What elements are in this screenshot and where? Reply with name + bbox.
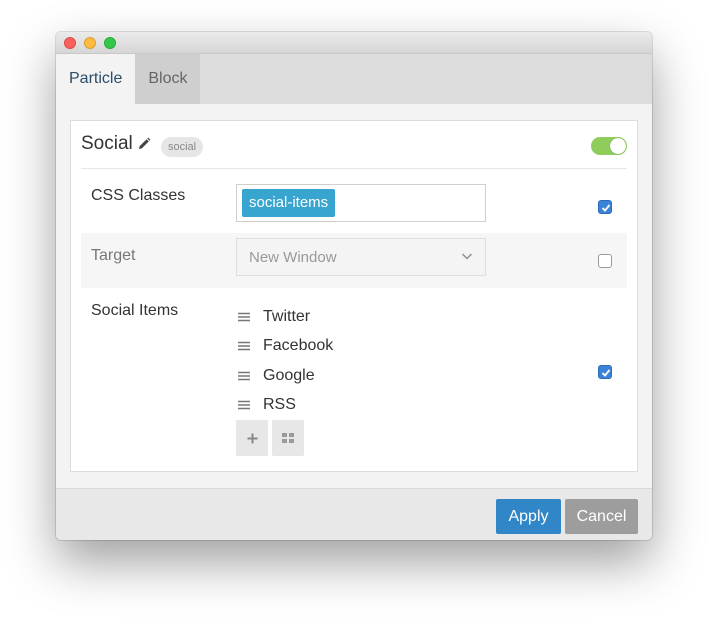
- content-area: Social social CSS Classes social-items T…: [56, 104, 652, 488]
- title-bar: [56, 32, 652, 54]
- social-item-rss[interactable]: RSS: [236, 391, 333, 421]
- particle-title: Social: [81, 133, 133, 154]
- drag-handle-icon: [238, 371, 250, 380]
- grid-icon: [282, 433, 294, 443]
- tab-particle[interactable]: Particle: [56, 54, 136, 104]
- css-class-tag[interactable]: social-items: [242, 189, 336, 217]
- social-item-label: Google: [263, 366, 315, 384]
- css-classes-checkbox[interactable]: [598, 200, 612, 214]
- checkmark-icon: [601, 369, 611, 377]
- target-select[interactable]: New Window: [236, 238, 486, 276]
- css-classes-row: CSS Classes social-items: [81, 179, 627, 232]
- card-header: Social social: [81, 121, 627, 169]
- drag-handle-icon: [238, 312, 250, 321]
- social-items-label: Social Items: [91, 302, 179, 319]
- enabled-toggle[interactable]: [591, 137, 627, 155]
- pencil-icon[interactable]: [137, 137, 151, 151]
- social-item-twitter[interactable]: Twitter: [236, 302, 333, 332]
- social-item-facebook[interactable]: Facebook: [236, 332, 333, 362]
- checkmark-icon: [601, 204, 611, 212]
- target-row: Target New Window: [81, 233, 627, 288]
- close-window-button[interactable]: [64, 37, 76, 49]
- drag-handle-icon: [238, 342, 250, 351]
- target-select-value: New Window: [249, 249, 337, 266]
- minimize-window-button[interactable]: [84, 37, 96, 49]
- dialog-window: Particle Block Social social CSS Classes: [56, 32, 652, 540]
- social-item-label: RSS: [263, 396, 296, 414]
- tab-bar: Particle Block: [56, 54, 652, 104]
- apply-button[interactable]: Apply: [496, 499, 561, 534]
- maximize-window-button[interactable]: [104, 37, 116, 49]
- target-label: Target: [91, 247, 136, 264]
- social-item-label: Facebook: [263, 337, 334, 355]
- social-items-checkbox[interactable]: [598, 365, 612, 379]
- target-checkbox[interactable]: [598, 254, 612, 268]
- drag-handle-icon: [238, 401, 250, 410]
- social-items-list: Twitter Facebook Google RSS: [236, 302, 333, 420]
- css-classes-input[interactable]: social-items: [236, 184, 486, 222]
- tab-block[interactable]: Block: [135, 54, 201, 104]
- particle-type-badge: social: [161, 137, 204, 157]
- cancel-button[interactable]: Cancel: [565, 499, 638, 534]
- social-items-row: Social Items Twitter Facebook Google RSS: [81, 288, 627, 468]
- social-item-label: Twitter: [263, 307, 311, 325]
- dialog-footer: Apply Cancel: [56, 488, 652, 540]
- toggle-knob: [610, 138, 626, 154]
- social-item-google[interactable]: Google: [236, 361, 333, 391]
- add-item-button[interactable]: [236, 420, 268, 456]
- plus-icon: [247, 433, 257, 443]
- particle-card: Social social CSS Classes social-items T…: [70, 120, 638, 472]
- chevron-down-icon: [461, 253, 473, 260]
- css-classes-label: CSS Classes: [91, 187, 186, 204]
- add-all-items-button[interactable]: [272, 420, 304, 456]
